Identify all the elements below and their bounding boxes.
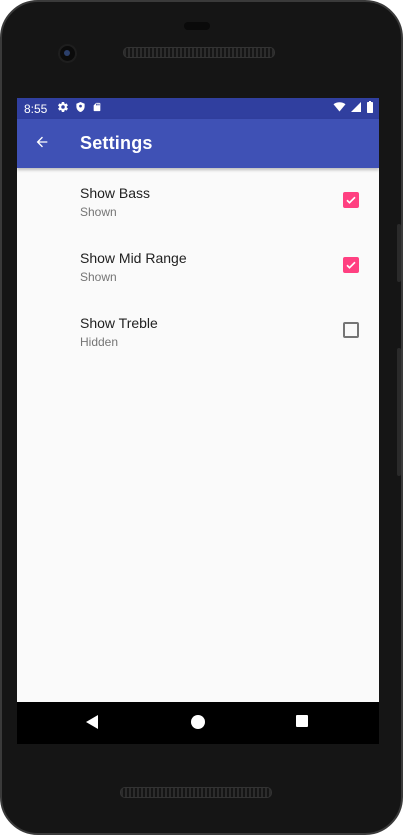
phone-frame: 8:55 Settings Show Bass Shown Show Mid R… <box>0 0 403 835</box>
checkmark-icon <box>346 196 356 204</box>
preference-summary: Shown <box>80 205 117 219</box>
preference-show-mid-range[interactable]: Show Mid Range Shown <box>17 233 379 298</box>
signal-icon <box>350 101 362 116</box>
proximity-sensor <box>184 22 210 30</box>
preference-list: Show Bass Shown Show Mid Range Shown Sho… <box>17 168 379 363</box>
status-system-icons <box>333 101 374 116</box>
bottom-speaker <box>120 787 272 798</box>
status-notification-icons <box>57 101 102 116</box>
status-time: 8:55 <box>24 102 48 116</box>
checkmark-icon <box>346 261 356 269</box>
shield-icon <box>75 101 86 116</box>
nav-home-icon[interactable] <box>191 715 205 729</box>
volume-rocker <box>397 348 401 476</box>
front-camera <box>60 46 75 61</box>
arrow-back-icon <box>34 134 50 155</box>
preference-summary: Shown <box>80 270 117 284</box>
show-mid-range-checkbox[interactable] <box>343 257 359 273</box>
battery-icon <box>366 101 374 116</box>
preference-title: Show Treble <box>80 315 158 331</box>
preference-summary: Hidden <box>80 335 119 349</box>
app-screen: 8:55 Settings Show Bass Shown Show Mid R… <box>17 98 379 702</box>
nav-back-icon[interactable] <box>86 715 98 729</box>
back-button[interactable] <box>29 131 55 157</box>
preference-title: Show Bass <box>80 185 151 201</box>
status-bar: 8:55 <box>17 98 379 119</box>
page-title: Settings <box>80 133 153 153</box>
app-bar: Settings <box>17 119 379 168</box>
preference-show-treble[interactable]: Show Treble Hidden <box>17 298 379 363</box>
wifi-icon <box>333 101 346 116</box>
sd-card-icon <box>92 101 102 116</box>
preference-title: Show Mid Range <box>80 250 187 266</box>
preference-show-bass[interactable]: Show Bass Shown <box>17 168 379 233</box>
settings-icon <box>57 101 69 116</box>
show-bass-checkbox[interactable] <box>343 192 359 208</box>
power-button <box>397 224 401 282</box>
show-treble-checkbox[interactable] <box>343 322 359 338</box>
earpiece-speaker <box>123 47 275 58</box>
nav-recents-icon[interactable] <box>296 715 308 727</box>
navigation-bar <box>17 702 379 744</box>
